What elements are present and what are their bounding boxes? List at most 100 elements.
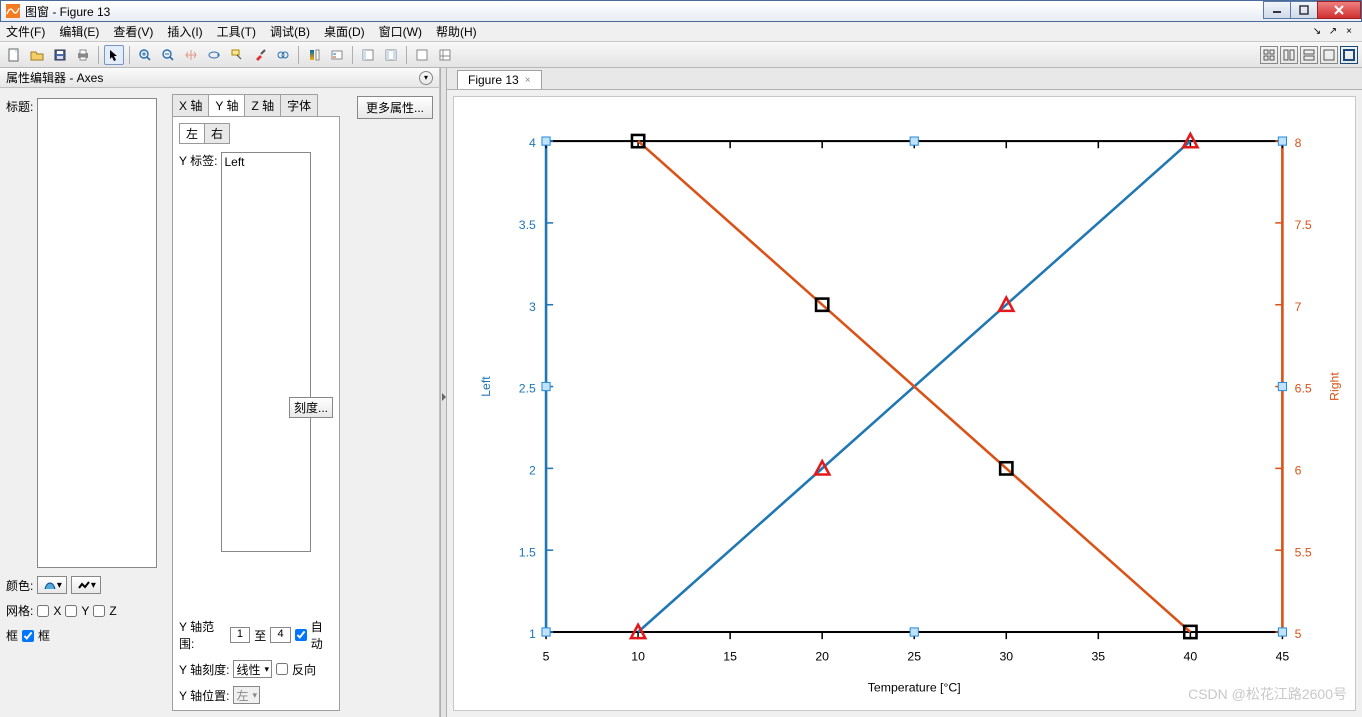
svg-text:2.5: 2.5 <box>519 382 536 396</box>
svg-text:5: 5 <box>543 650 550 664</box>
yscale-value: 线性 <box>236 661 260 678</box>
watermark: CSDN @松花江路2600号 <box>1188 684 1347 704</box>
svg-text:8: 8 <box>1295 136 1302 150</box>
link-data-icon[interactable] <box>273 45 293 65</box>
tab-y-axis[interactable]: Y 轴 <box>208 94 245 116</box>
data-cursor-icon[interactable] <box>227 45 247 65</box>
menu-tools[interactable]: 工具(T) <box>217 23 256 40</box>
ticks-button[interactable]: 刻度... <box>289 397 333 418</box>
menu-help[interactable]: 帮助(H) <box>436 23 477 40</box>
svg-text:15: 15 <box>723 650 737 664</box>
color-label: 颜色: <box>6 577 33 594</box>
yreverse-checkbox[interactable] <box>276 663 288 675</box>
svg-text:45: 45 <box>1276 650 1290 664</box>
svg-text:2: 2 <box>529 464 536 478</box>
ylim-label: Y 轴范围: <box>179 618 226 652</box>
figure-tab[interactable]: Figure 13 × <box>457 70 542 89</box>
frame-checkbox[interactable] <box>22 630 34 642</box>
svg-text:20: 20 <box>815 650 829 664</box>
show-plot-tools-icon[interactable] <box>435 45 455 65</box>
figure-canvas[interactable]: 5101520253035404511.522.533.5455.566.577… <box>453 96 1356 711</box>
dock-layout1-icon[interactable] <box>358 45 378 65</box>
hide-plot-tools-icon[interactable] <box>412 45 432 65</box>
layout-max-icon[interactable] <box>1340 46 1358 64</box>
grid-x-checkbox[interactable] <box>37 605 49 617</box>
close-button[interactable] <box>1317 1 1361 19</box>
property-editor-title: 属性编辑器 - Axes <box>6 69 103 86</box>
menu-window[interactable]: 窗口(W) <box>379 23 422 40</box>
grid-y-checkbox[interactable] <box>65 605 77 617</box>
figure-tab-close-icon[interactable]: × <box>525 75 531 86</box>
menubar-close-icon[interactable]: × <box>1342 25 1356 39</box>
dock-mini-icon[interactable]: ↘ <box>1310 25 1324 39</box>
menu-edit[interactable]: 编辑(E) <box>59 23 99 40</box>
menu-file[interactable]: 文件(F) <box>6 23 45 40</box>
tab-font[interactable]: 字体 <box>280 94 318 116</box>
legend-icon[interactable] <box>327 45 347 65</box>
svg-text:4: 4 <box>529 136 536 150</box>
toolbar <box>0 42 1362 68</box>
ylabel-label: Y 标签: <box>179 152 217 169</box>
layout-rows-icon[interactable] <box>1300 46 1318 64</box>
tab-left[interactable]: 左 <box>179 123 205 144</box>
menu-debug[interactable]: 调试(B) <box>270 23 310 40</box>
svg-text:5.5: 5.5 <box>1295 545 1312 559</box>
ylabel-value: Left <box>224 155 244 169</box>
figure-tab-label: Figure 13 <box>468 73 519 87</box>
svg-text:10: 10 <box>631 650 645 664</box>
title-label: 标题: <box>6 98 33 115</box>
pointer-icon[interactable] <box>104 45 124 65</box>
minimize-button[interactable] <box>1263 1 1291 19</box>
layout-grid-icon[interactable] <box>1260 46 1278 64</box>
svg-text:3.5: 3.5 <box>519 218 536 232</box>
open-file-icon[interactable] <box>27 45 47 65</box>
pan-icon[interactable] <box>181 45 201 65</box>
yscale-label: Y 轴刻度: <box>179 661 229 678</box>
tab-right[interactable]: 右 <box>204 123 230 144</box>
ylim-to-label: 至 <box>254 627 266 644</box>
frame-label: 框 <box>6 627 18 644</box>
tab-x-axis[interactable]: X 轴 <box>172 94 209 116</box>
print-icon[interactable] <box>73 45 93 65</box>
face-color-button[interactable]: ▾ <box>37 576 67 594</box>
ylim-auto-label: 自动 <box>311 618 333 652</box>
svg-text:Temperature [°C]: Temperature [°C] <box>868 680 961 694</box>
save-icon[interactable] <box>50 45 70 65</box>
axes-plot[interactable]: 5101520253035404511.522.533.5455.566.577… <box>454 97 1354 711</box>
svg-text:Right: Right <box>1328 372 1342 401</box>
ylabel-input[interactable]: Left <box>221 152 311 552</box>
new-file-icon[interactable] <box>4 45 24 65</box>
splitter[interactable] <box>440 68 447 717</box>
brush-icon[interactable] <box>250 45 270 65</box>
svg-text:7.5: 7.5 <box>1295 218 1312 232</box>
ylim-low-input[interactable]: 1 <box>230 627 251 643</box>
ylim-auto-checkbox[interactable] <box>295 629 307 641</box>
grid-z-checkbox[interactable] <box>93 605 105 617</box>
menu-desktop[interactable]: 桌面(D) <box>324 23 365 40</box>
axes-title-input[interactable] <box>37 98 157 568</box>
undock-icon[interactable]: ↗ <box>1326 25 1340 39</box>
colorbar-icon[interactable] <box>304 45 324 65</box>
yscale-select[interactable]: 线性 <box>233 660 272 678</box>
svg-text:Left: Left <box>479 376 493 397</box>
layout-single-icon[interactable] <box>1320 46 1338 64</box>
edge-color-button[interactable]: ▾ <box>71 576 101 594</box>
ylim-high-input[interactable]: 4 <box>270 627 291 643</box>
rotate3d-icon[interactable] <box>204 45 224 65</box>
svg-text:25: 25 <box>907 650 921 664</box>
menu-view[interactable]: 查看(V) <box>113 23 153 40</box>
dock-layout2-icon[interactable] <box>381 45 401 65</box>
ypos-value: 左 <box>236 687 248 704</box>
svg-text:7: 7 <box>1295 300 1302 314</box>
window-titlebar: 图窗 - Figure 13 <box>0 0 1362 22</box>
maximize-button[interactable] <box>1290 1 1318 19</box>
tab-z-axis[interactable]: Z 轴 <box>244 94 281 116</box>
zoom-in-icon[interactable] <box>135 45 155 65</box>
property-editor-menu-icon[interactable]: ▾ <box>419 71 433 85</box>
grid-y-label: Y <box>81 604 89 618</box>
zoom-out-icon[interactable] <box>158 45 178 65</box>
layout-cols-icon[interactable] <box>1280 46 1298 64</box>
menu-insert[interactable]: 插入(I) <box>167 23 202 40</box>
svg-text:3: 3 <box>529 300 536 314</box>
more-properties-button[interactable]: 更多属性... <box>357 96 433 119</box>
